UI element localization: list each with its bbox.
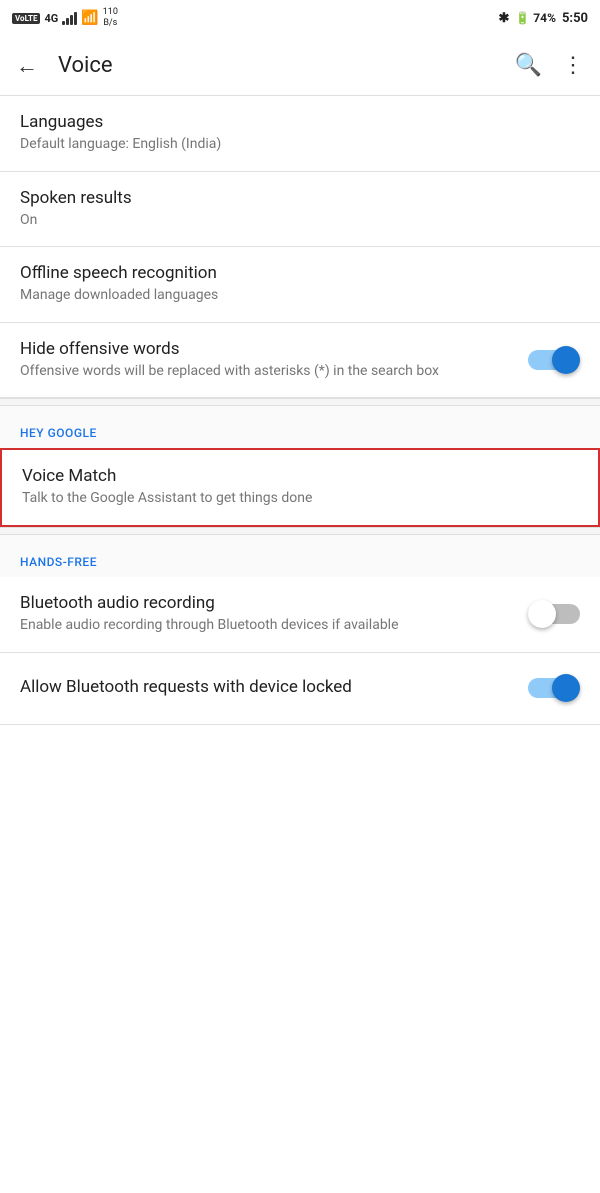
voice-match-subtitle: Talk to the Google Assistant to get thin… — [22, 489, 566, 509]
spoken-results-text: Spoken results On — [20, 188, 580, 231]
bluetooth-requests-title: Allow Bluetooth requests with device loc… — [20, 677, 516, 697]
network-type: 4G — [44, 12, 58, 25]
bluetooth-audio-toggle[interactable] — [528, 600, 580, 628]
status-left: VoLTE 4G 📶 110B/s — [12, 7, 118, 29]
offline-speech-subtitle: Manage downloaded languages — [20, 286, 568, 306]
spoken-results-subtitle: On — [20, 211, 568, 231]
settings-item-bluetooth-requests[interactable]: Allow Bluetooth requests with device loc… — [0, 653, 600, 725]
more-options-icon[interactable]: ⋮ — [562, 53, 584, 78]
back-button[interactable]: ← — [16, 53, 38, 79]
wifi-icon: 📶 — [81, 10, 98, 26]
offline-speech-title: Offline speech recognition — [20, 263, 568, 283]
app-bar-actions: 🔍 ⋮ — [515, 53, 584, 78]
section-divider-hands-free — [0, 527, 600, 535]
toggle-thumb-off — [528, 600, 556, 628]
hide-offensive-toggle[interactable] — [528, 346, 580, 374]
toggle-thumb-on2 — [552, 674, 580, 702]
signal-bars — [62, 11, 77, 25]
bluetooth-audio-subtitle: Enable audio recording through Bluetooth… — [20, 616, 516, 636]
page-title: Voice — [58, 53, 515, 78]
search-icon[interactable]: 🔍 — [515, 53, 542, 78]
languages-text: Languages Default language: English (Ind… — [20, 112, 580, 155]
hide-offensive-subtitle: Offensive words will be replaced with as… — [20, 362, 516, 382]
section-header-hands-free: HANDS-FREE — [0, 535, 600, 577]
bluetooth-audio-title: Bluetooth audio recording — [20, 593, 516, 613]
toggle-thumb — [552, 346, 580, 374]
settings-item-spoken-results[interactable]: Spoken results On — [0, 172, 600, 248]
settings-list: Languages Default language: English (Ind… — [0, 96, 600, 725]
volte-badge: VoLTE — [12, 13, 40, 24]
voice-match-text: Voice Match Talk to the Google Assistant… — [22, 466, 578, 509]
offline-speech-text: Offline speech recognition Manage downlo… — [20, 263, 580, 306]
battery-level: 🔋 74% — [515, 11, 556, 25]
bluetooth-requests-toggle[interactable] — [528, 674, 580, 702]
hide-offensive-title: Hide offensive words — [20, 339, 516, 359]
settings-item-voice-match[interactable]: Voice Match Talk to the Google Assistant… — [0, 448, 600, 527]
network-speed: 110B/s — [103, 7, 118, 29]
spoken-results-title: Spoken results — [20, 188, 568, 208]
bluetooth-audio-text: Bluetooth audio recording Enable audio r… — [20, 593, 528, 636]
languages-subtitle: Default language: English (India) — [20, 135, 568, 155]
app-bar: ← Voice 🔍 ⋮ — [0, 36, 600, 96]
status-right: ✱ 🔋 74% 5:50 — [498, 11, 588, 26]
hide-offensive-text: Hide offensive words Offensive words wil… — [20, 339, 528, 382]
settings-item-offline-speech[interactable]: Offline speech recognition Manage downlo… — [0, 247, 600, 323]
voice-match-title: Voice Match — [22, 466, 566, 486]
settings-item-bluetooth-audio[interactable]: Bluetooth audio recording Enable audio r… — [0, 577, 600, 653]
section-header-hey-google: HEY GOOGLE — [0, 406, 600, 448]
status-bar: VoLTE 4G 📶 110B/s ✱ 🔋 74% 5:50 — [0, 0, 600, 36]
bluetooth-icon: ✱ — [498, 11, 509, 26]
settings-item-languages[interactable]: Languages Default language: English (Ind… — [0, 96, 600, 172]
bluetooth-requests-text: Allow Bluetooth requests with device loc… — [20, 677, 528, 700]
section-divider-hey-google — [0, 398, 600, 406]
settings-item-hide-offensive[interactable]: Hide offensive words Offensive words wil… — [0, 323, 600, 399]
time-display: 5:50 — [562, 11, 588, 26]
languages-title: Languages — [20, 112, 568, 132]
